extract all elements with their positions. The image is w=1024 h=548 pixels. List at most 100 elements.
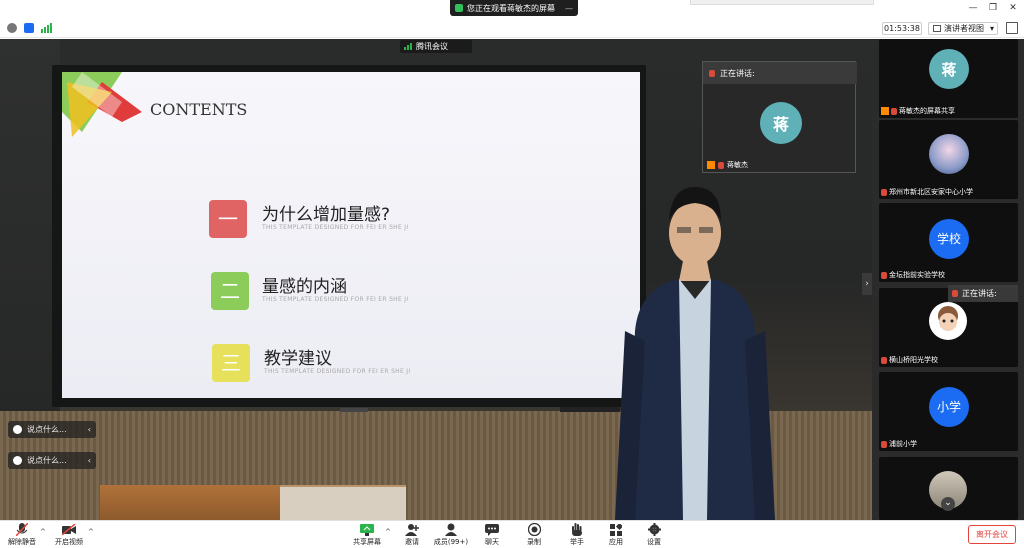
chevron-down-icon: ▾ [989, 24, 994, 33]
participant-label: 金坛指前实验学校 [881, 270, 945, 280]
close-button[interactable]: ✕ [1006, 2, 1020, 14]
record-icon [527, 523, 541, 536]
avatar [929, 302, 967, 340]
hand-icon [570, 523, 584, 536]
item-sub-1: THIS TEMPLATE DESIGNED FOR FEI ER SHE JI [262, 224, 409, 231]
invite-button[interactable]: 邀请 [400, 521, 424, 548]
item-number-3: 三 [212, 344, 250, 382]
slide-heading: CONTENTS [150, 100, 248, 119]
mic-icon [881, 440, 887, 448]
share-screen-button[interactable]: 共享屏幕 [350, 521, 384, 548]
comment-text: 说点什么... [27, 425, 67, 434]
participant-tile[interactable]: 学校 金坛指前实验学校 [879, 203, 1018, 282]
presentation-slide: CONTENTS 一 为什么增加量感? THIS TEMPLATE DESIGN… [62, 72, 640, 398]
screen-share-banner[interactable]: 您正在观看蒋敏杰的屏幕 — [450, 0, 578, 16]
shield-icon[interactable] [24, 23, 34, 33]
mic-icon [891, 107, 897, 115]
meeting-timer: 01:53:38 [882, 22, 922, 35]
settings-button[interactable]: 设置 [642, 521, 666, 548]
desk-top [100, 485, 280, 520]
video-options-caret[interactable]: ^ [88, 528, 94, 536]
tv-ledge [560, 407, 620, 412]
camera-off-icon [62, 523, 76, 536]
smile-icon [13, 425, 22, 434]
mute-options-caret[interactable]: ^ [40, 528, 46, 536]
mic-icon [881, 356, 887, 364]
view-mode-dropdown[interactable]: 演讲者视图 ▾ [928, 22, 998, 35]
tv-brand-strip [340, 408, 368, 412]
participant-label: 蒋敏杰的屏幕共享 [881, 106, 955, 116]
apps-icon [609, 523, 623, 536]
grid-icon [933, 25, 941, 32]
mic-muted-icon [15, 523, 29, 536]
banner-minimize-icon[interactable]: — [565, 4, 573, 13]
add-user-icon [405, 523, 419, 536]
participant-tile[interactable]: ⌄ [879, 457, 1018, 520]
mic-icon [709, 69, 715, 77]
info-icon[interactable] [7, 23, 17, 33]
restore-button[interactable]: ❐ [986, 2, 1000, 14]
meeting-tag-label: 腾讯会议 [416, 42, 448, 51]
chevron-left-icon[interactable]: ‹ [88, 421, 91, 438]
leave-meeting-button[interactable]: 离开会议 [968, 525, 1016, 544]
meeting-info-bar [0, 18, 1024, 38]
comment-pill[interactable]: 说点什么... ‹ [8, 421, 96, 438]
participant-tile[interactable]: 小学 浦前小学 [879, 372, 1018, 451]
chat-button[interactable]: 聊天 [480, 521, 504, 548]
avatar: 蒋 [929, 49, 969, 89]
view-mode-label: 演讲者视图 [944, 24, 984, 33]
chevron-left-icon[interactable]: ‹ [88, 452, 91, 469]
participant-label: 郑州市新北区安家中心小学 [881, 187, 973, 197]
participant-tile[interactable]: 蒋 蒋敏杰的屏幕共享 [879, 39, 1018, 118]
comment-pill[interactable]: 说点什么... ‹ [8, 452, 96, 469]
minimize-button[interactable]: — [966, 2, 980, 14]
speaking-header: 正在讲话: [703, 62, 857, 84]
members-button[interactable]: 成员(99+) [432, 521, 470, 548]
mic-icon [881, 271, 887, 279]
avatar: 小学 [929, 387, 969, 427]
person-icon [881, 107, 889, 115]
banner-text: 您正在观看蒋敏杰的屏幕 [467, 3, 555, 13]
avatar: 学校 [929, 219, 969, 259]
wall [0, 39, 60, 419]
speaker-name-label: 蒋敏杰 [707, 160, 748, 170]
share-options-caret[interactable]: ^ [385, 528, 391, 536]
participant-label: 横山桥阳光学校 [881, 355, 938, 365]
share-screen-icon [360, 523, 374, 536]
presenter-figure [615, 187, 775, 520]
gear-icon [647, 523, 661, 536]
main-video: CONTENTS 一 为什么增加量感? THIS TEMPLATE DESIGN… [0, 39, 872, 520]
speaking-label: 正在讲话: [720, 68, 755, 78]
collapsed-dropdown [690, 0, 874, 5]
item-title-3: 教学建议 [264, 349, 332, 369]
item-sub-3: THIS TEMPLATE DESIGNED FOR FEI ER SHE JI [264, 368, 411, 375]
avatar [929, 134, 969, 174]
screen-share-icon [455, 4, 463, 12]
item-title-1: 为什么增加量感? [262, 205, 391, 225]
panel-toggle-chevron-icon[interactable]: › [862, 273, 872, 295]
raise-hand-button[interactable]: 举手 [565, 521, 589, 548]
item-number-2: 二 [211, 272, 249, 310]
participant-tile[interactable]: 郑州市新北区安家中心小学 [879, 120, 1018, 199]
apps-button[interactable]: 应用 [604, 521, 628, 548]
mic-icon [718, 161, 724, 169]
signal-icon[interactable] [41, 23, 52, 33]
comment-text: 说点什么... [27, 456, 67, 465]
unmute-button[interactable]: 解除静音 [6, 521, 38, 548]
members-icon [444, 523, 458, 536]
chat-icon [485, 523, 499, 536]
record-button[interactable]: 录制 [522, 521, 546, 548]
participant-panel: 蒋 蒋敏杰的屏幕共享 郑州市新北区安家中心小学 学校 金坛指前实验学校 横山桥阳… [872, 39, 1024, 520]
person-icon [707, 161, 715, 169]
scroll-down-icon[interactable]: ⌄ [941, 497, 955, 511]
item-number-1: 一 [209, 200, 247, 238]
slide-decoration [62, 72, 142, 137]
fullscreen-icon[interactable] [1006, 22, 1018, 34]
speaking-indicator: 正在讲话: [948, 285, 1018, 302]
item-title-2: 量感的内涵 [262, 277, 347, 297]
participant-label: 浦前小学 [881, 439, 917, 449]
speaker-avatar: 蒋 [760, 102, 802, 144]
start-video-button[interactable]: 开启视频 [52, 521, 86, 548]
active-speaker-tile[interactable]: 正在讲话: 蒋 蒋敏杰 [702, 61, 857, 173]
meeting-tag: 腾讯会议 [400, 40, 472, 53]
